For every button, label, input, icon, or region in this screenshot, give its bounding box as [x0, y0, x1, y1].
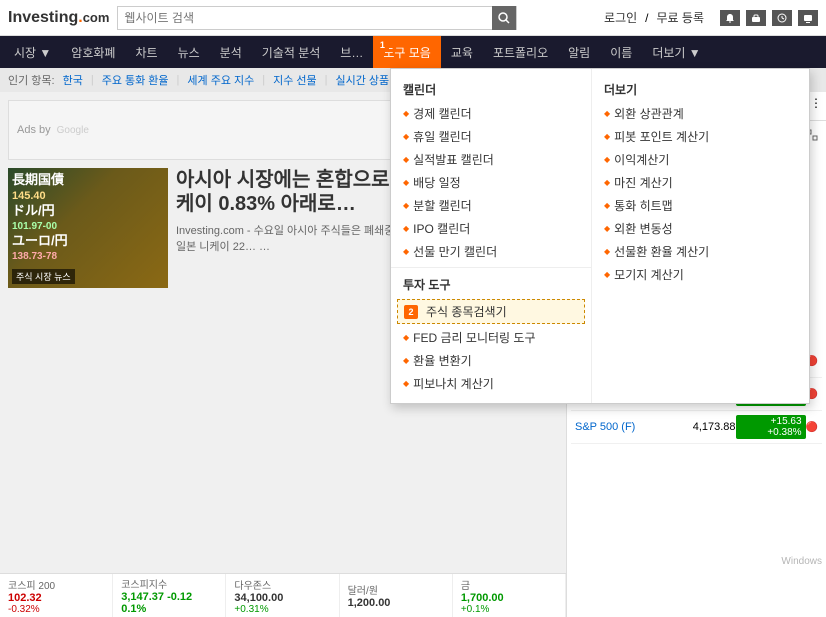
dropdown-stock-screener[interactable]: 2주식 종목검색기: [397, 299, 585, 324]
dropdown-futures-expiry[interactable]: ◆선물 만기 캘린더: [391, 240, 591, 263]
login-link[interactable]: 로그인: [604, 9, 637, 26]
bullet-icon: ◆: [604, 224, 610, 233]
bottom-ticker: 코스피 200 102.32 -0.32% 코스피지수 3,147.37 -0.…: [0, 573, 566, 617]
nav-education[interactable]: 교육: [441, 36, 483, 68]
bullet-icon: ◆: [403, 132, 409, 141]
dropdown-mortgage-calc[interactable]: ◆모기지 계산기: [592, 263, 791, 286]
news-tag: 주식 시장 뉴스: [12, 269, 75, 284]
stock-name: S&P 500 (F): [575, 421, 676, 433]
windows-watermark: Windows: [781, 556, 822, 567]
search-button[interactable]: [492, 6, 516, 30]
subnav-realtime[interactable]: 실시간 상품: [336, 72, 390, 88]
bullet-icon: ◆: [604, 178, 610, 187]
screener-badge: 2: [404, 305, 418, 319]
dropdown-col2: 더보기 ◆외환 상관관계 ◆피봇 포인트 계산기 ◆이익계산기 ◆마진 계산기 …: [591, 69, 791, 403]
nav-market[interactable]: 시장 ▼: [4, 36, 61, 68]
subnav-currency[interactable]: 주요 통화 환율: [102, 72, 169, 88]
bullet-icon: ◆: [403, 201, 409, 210]
bullet-icon: ◆: [403, 333, 409, 342]
briefcase-icon[interactable]: [746, 10, 766, 26]
search-input[interactable]: [118, 7, 492, 29]
nav-name[interactable]: 이름: [600, 36, 642, 68]
subnav-world-index[interactable]: 세계 주요 지수: [187, 72, 254, 88]
stock-value: 4,173.88: [676, 421, 736, 433]
dropdown-holiday-calendar[interactable]: ◆휴일 캘린더: [391, 125, 591, 148]
dropdown-more-title: 더보기: [592, 77, 791, 102]
bullet-icon: ◆: [403, 356, 409, 365]
stock-indicator: 🔴: [806, 422, 818, 433]
notification-icon[interactable]: [720, 10, 740, 26]
tv-icon[interactable]: [798, 10, 818, 26]
top-bar: Investing.com 로그인 / 무료 등록: [0, 0, 826, 36]
dropdown-fx-correlation[interactable]: ◆외환 상관관계: [592, 102, 791, 125]
dropdown-split-calendar[interactable]: ◆분할 캘린더: [391, 194, 591, 217]
ticker-usdkrw: 달러/원 1,200.00: [340, 574, 453, 617]
stock-change: +15.63 +0.38%: [736, 415, 806, 439]
dropdown-divider: [391, 267, 591, 268]
clock-icon[interactable]: [772, 10, 792, 26]
subnav-korea[interactable]: 한국: [63, 72, 83, 88]
bullet-icon: ◆: [403, 379, 409, 388]
bullet-icon: ◆: [604, 247, 610, 256]
dropdown-fed-monitor[interactable]: ◆FED 금리 모니터링 도구: [391, 326, 591, 349]
bullet-icon: ◆: [403, 224, 409, 233]
nav-tech-analysis[interactable]: 기술적 분석: [252, 36, 331, 68]
ticker-gold: 금 1,700.00 +0.1%: [453, 574, 566, 617]
news-img-overlay: 長期国債 145.40 ドル/円 101.97-00 ユーロ/円 138.73-…: [12, 172, 164, 263]
ad-source: Google: [57, 125, 89, 136]
bullet-icon: ◆: [403, 109, 409, 118]
nav-portfolio[interactable]: 포트폴리오: [483, 36, 558, 68]
nav-tools[interactable]: 1 도구 모음: [373, 36, 441, 68]
bullet-icon: ◆: [604, 132, 610, 141]
dropdown-margin-calc[interactable]: ◆마진 계산기: [592, 171, 791, 194]
dropdown-forward-rate[interactable]: ◆선물환 환율 계산기: [592, 240, 791, 263]
dropdown-pivot-calc[interactable]: ◆피봇 포인트 계산기: [592, 125, 791, 148]
site-logo: Investing.com: [8, 9, 109, 27]
ticker-kospi: 코스피지수 3,147.37 -0.12 0.1%: [113, 574, 226, 617]
nav-analysis[interactable]: 분석: [210, 36, 252, 68]
dropdown-ipo-calendar[interactable]: ◆IPO 캘린더: [391, 217, 591, 240]
bullet-icon: ◆: [604, 270, 610, 279]
nav-more[interactable]: 더보기 ▼: [642, 36, 710, 68]
dropdown-currency-converter[interactable]: ◆환율 변환기: [391, 349, 591, 372]
bullet-icon: ◆: [604, 201, 610, 210]
dropdown-profit-calc[interactable]: ◆이익계산기: [592, 148, 791, 171]
ticker-kospi200: 코스피 200 102.32 -0.32%: [0, 574, 113, 617]
nav-news[interactable]: 뉴스: [168, 36, 210, 68]
nav-chart[interactable]: 차트: [125, 36, 167, 68]
dropdown-col1: 캘린더 ◆경제 캘린더 ◆휴일 캘린더 ◆실적발표 캘린더 ◆배당 일정 ◆분할…: [391, 69, 591, 403]
auth-icons: [720, 10, 818, 26]
dropdown-tools-title: 투자 도구: [391, 272, 591, 297]
subnav-label: 인기 항목:: [8, 72, 55, 88]
stock-row-sp500f[interactable]: S&P 500 (F) 4,173.88 +15.63 +0.38% 🔴: [571, 411, 822, 444]
dropdown-calendar-title: 캘린더: [391, 77, 591, 102]
ticker-dow: 다우존스 34,100.00 +0.31%: [226, 574, 339, 617]
news-image: 長期国債 145.40 ドル/円 101.97-00 ユーロ/円 138.73-…: [8, 168, 168, 288]
bullet-icon: ◆: [403, 178, 409, 187]
search-bar: [117, 6, 517, 30]
dropdown-currency-heatmap[interactable]: ◆통화 히트맵: [592, 194, 791, 217]
bullet-icon: ◆: [403, 155, 409, 164]
nav-crypto[interactable]: 암호화폐: [61, 36, 125, 68]
tools-dropdown: 캘린더 ◆경제 캘린더 ◆휴일 캘린더 ◆실적발표 캘린더 ◆배당 일정 ◆분할…: [390, 68, 810, 404]
bullet-icon: ◆: [403, 247, 409, 256]
dropdown-fx-volatility[interactable]: ◆외환 변동성: [592, 217, 791, 240]
dropdown-dividend-schedule[interactable]: ◆배당 일정: [391, 171, 591, 194]
nav-alert[interactable]: 알림: [558, 36, 600, 68]
dropdown-earnings-calendar[interactable]: ◆실적발표 캘린더: [391, 148, 591, 171]
subnav-index-futures[interactable]: 지수 선물: [273, 72, 317, 88]
ad-label: Ads by: [17, 124, 51, 136]
tools-badge: 1: [375, 38, 389, 52]
dropdown-econ-calendar[interactable]: ◆경제 캘린더: [391, 102, 591, 125]
bullet-icon: ◆: [604, 155, 610, 164]
register-link[interactable]: 무료 등록: [657, 9, 705, 26]
auth-links: 로그인 / 무료 등록: [604, 9, 818, 26]
bullet-icon: ◆: [604, 109, 610, 118]
nav-brokers[interactable]: 브…: [330, 36, 373, 68]
nav-bar: 시장 ▼ 암호화폐 차트 뉴스 분석 기술적 분석 브… 1 도구 모음 교육 …: [0, 36, 826, 68]
dropdown-fibonacci[interactable]: ◆피보나치 계산기: [391, 372, 591, 395]
